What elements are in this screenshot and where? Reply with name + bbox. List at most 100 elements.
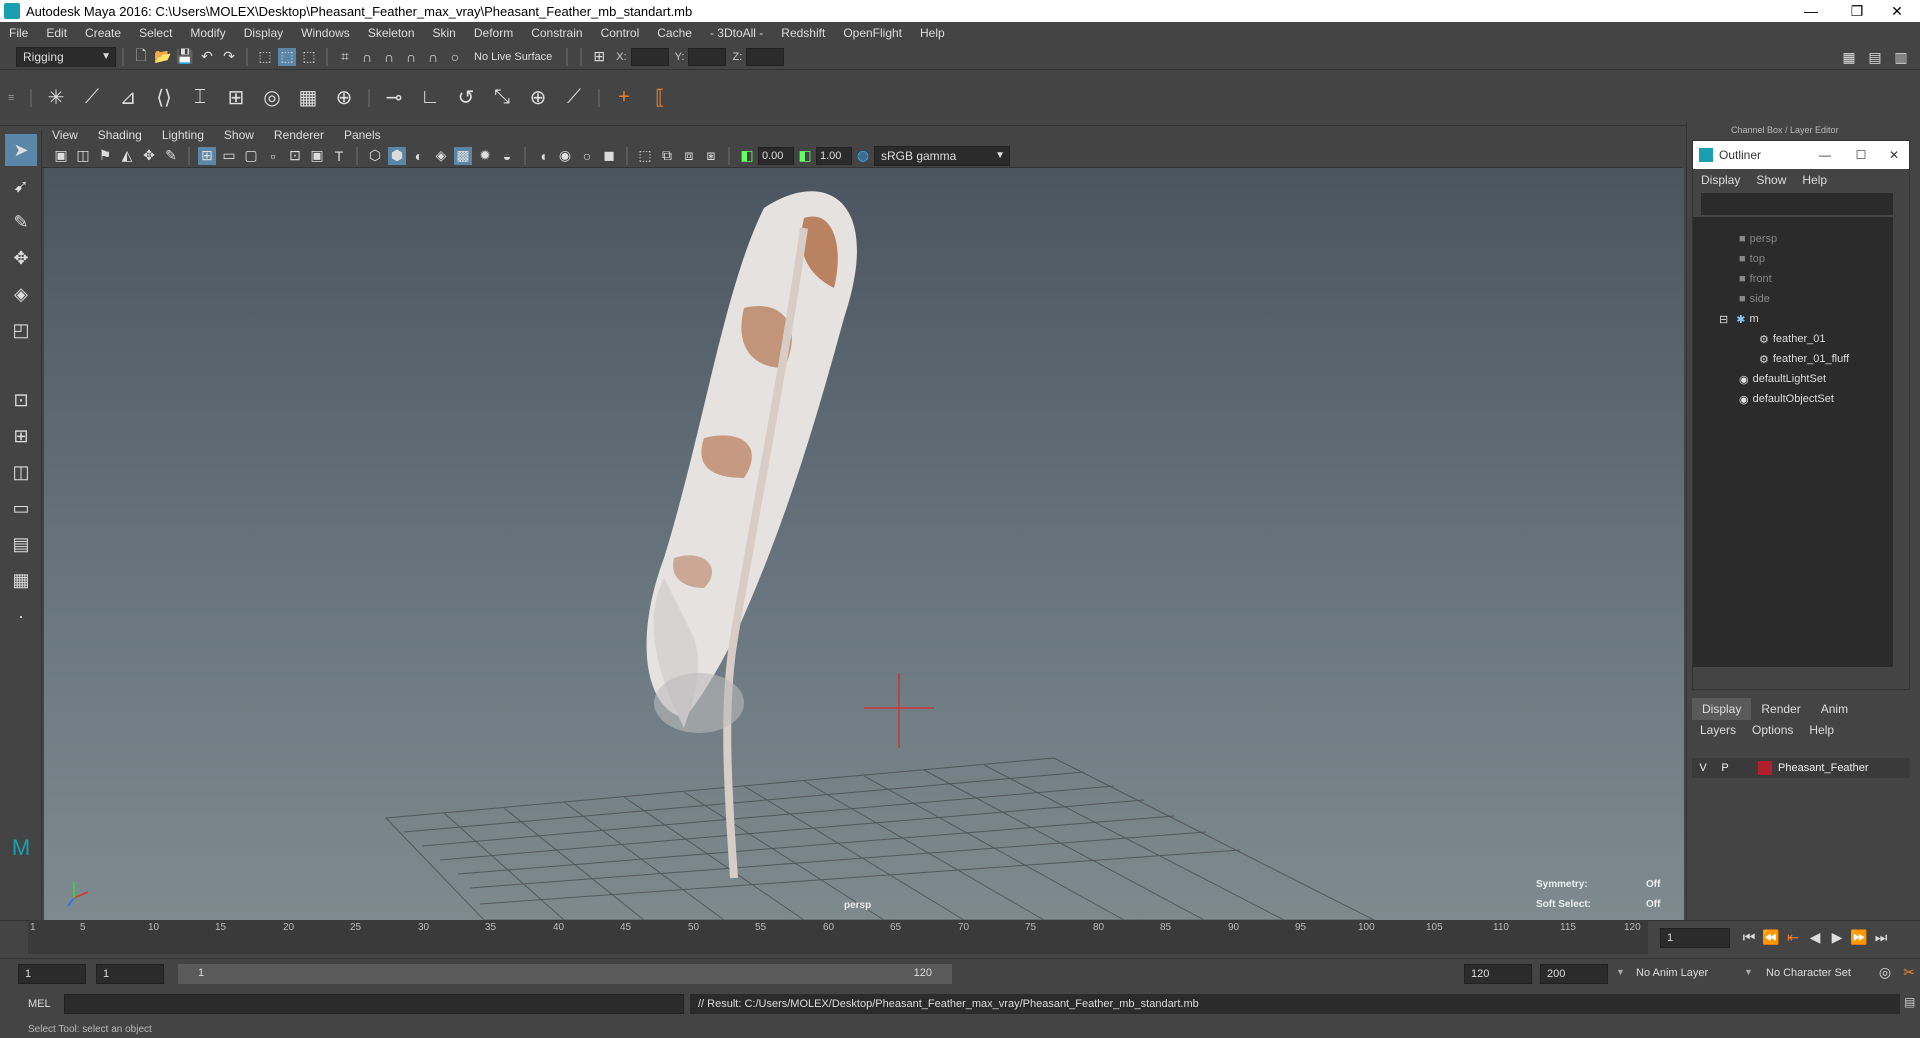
joint-tool-icon[interactable]: ✳ — [41, 83, 71, 113]
menu-display[interactable]: Display — [235, 26, 292, 40]
select-hierarchy-icon[interactable]: ⬚ — [256, 48, 274, 66]
xray-icon[interactable]: ⧉ — [658, 147, 676, 165]
undo-icon[interactable]: ↶ — [198, 48, 216, 66]
color-space-dropdown[interactable]: sRGB gamma ▼ — [874, 145, 1010, 166]
lasso-tool-icon[interactable]: ➹ — [5, 170, 37, 202]
outliner-item[interactable]: ⚙ feather_01 — [1693, 329, 1893, 349]
bookmark-icon[interactable]: ⚑ — [96, 147, 114, 165]
snap-point-icon[interactable]: ∩ — [380, 48, 398, 66]
menu-constrain[interactable]: Constrain — [522, 26, 591, 40]
snap-curve-icon[interactable]: ∩ — [358, 48, 376, 66]
two-pane-layout-icon[interactable]: ◫ — [5, 456, 37, 488]
channelbox-toggle-icon[interactable]: ▥ — [1892, 48, 1910, 66]
panel-menu-renderer[interactable]: Renderer — [264, 128, 334, 142]
single-pane-layout-icon[interactable]: ⊡ — [5, 384, 37, 416]
ik-spline-icon[interactable]: ⊿ — [113, 83, 143, 113]
menu-3dtoall[interactable]: - 3DtoAll - — [701, 26, 772, 40]
outliner-menu-show[interactable]: Show — [1748, 173, 1794, 187]
skin-bind-icon[interactable]: ⟨⟩ — [149, 83, 179, 113]
panel-layout-icon[interactable]: ▤ — [1866, 48, 1884, 66]
layer-row[interactable]: V P Pheasant_Feather — [1692, 758, 1910, 778]
outliner-menu-help[interactable]: Help — [1794, 173, 1835, 187]
anim-preferences-icon[interactable]: ✂ — [1900, 963, 1918, 981]
play-backwards-icon[interactable]: ◀ — [1806, 928, 1824, 946]
layer-menu-help[interactable]: Help — [1801, 723, 1842, 737]
shelf-menu-icon[interactable]: ≡ — [8, 92, 24, 104]
menuset-dropdown[interactable]: Rigging ▼ — [16, 46, 116, 67]
menu-help[interactable]: Help — [911, 26, 954, 40]
maximize-icon[interactable]: ☐ — [1843, 148, 1879, 162]
isolate-select-icon[interactable]: ⬚ — [636, 147, 654, 165]
minimize-button[interactable]: — — [1788, 0, 1834, 22]
select-object-icon[interactable]: ⬚ — [278, 47, 296, 66]
outliner-item[interactable]: ◉ defaultLightSet — [1693, 369, 1893, 389]
field-chart-icon[interactable]: ⊡ — [286, 147, 304, 165]
z-field[interactable] — [746, 47, 785, 66]
outliner-filter-field[interactable] — [1701, 193, 1893, 215]
graph-layout-icon[interactable]: ▤ — [5, 528, 37, 560]
chevron-down-icon[interactable]: ▼ — [1616, 967, 1625, 977]
step-back-frame-icon[interactable]: ⇤ — [1784, 928, 1802, 946]
menu-redshift[interactable]: Redshift — [772, 26, 834, 40]
default-material-icon[interactable]: ◐ — [410, 147, 428, 165]
resolution-gate-icon[interactable]: ▢ — [242, 147, 260, 165]
lattice-icon[interactable]: ⊞ — [221, 83, 251, 113]
outliner-item[interactable]: ⊟ ✱ m — [1693, 309, 1893, 329]
menu-skeleton[interactable]: Skeleton — [359, 26, 424, 40]
playback-start-field[interactable]: 1 — [96, 964, 164, 984]
gamma-field[interactable]: 1.00 — [816, 146, 852, 165]
image-plane-icon[interactable]: ◭ — [118, 147, 136, 165]
tab-anim[interactable]: Anim — [1811, 698, 1858, 720]
tab-display[interactable]: Display — [1692, 698, 1752, 720]
textured-icon[interactable]: ▩ — [454, 146, 472, 165]
menu-skin[interactable]: Skin — [424, 26, 465, 40]
outliner-item[interactable]: ◉ defaultObjectSet — [1693, 389, 1893, 409]
sculpt-icon[interactable]: ⊕ — [329, 83, 359, 113]
end-time-field[interactable]: 200 — [1540, 964, 1608, 984]
cluster-icon[interactable]: ⌶ — [185, 83, 215, 113]
pole-vector-icon[interactable]: ⟋ — [559, 83, 589, 113]
wireframe-icon[interactable]: ⬡ — [366, 147, 384, 165]
lights-icon[interactable]: ✹ — [476, 147, 494, 165]
grease-pencil-icon[interactable]: ✎ — [162, 147, 180, 165]
panel-menu-lighting[interactable]: Lighting — [152, 128, 214, 142]
paint-select-icon[interactable]: ✎ — [5, 206, 37, 238]
two-d-pan-icon[interactable]: ✥ — [140, 147, 158, 165]
x-field[interactable] — [630, 47, 669, 66]
scale-constraint-icon[interactable]: ⤡ — [487, 83, 517, 113]
layer-menu-layers[interactable]: Layers — [1692, 723, 1744, 737]
tab-render[interactable]: Render — [1751, 698, 1810, 720]
wireframe-on-shaded-icon[interactable]: ◈ — [432, 147, 450, 165]
ik-handle-icon[interactable]: ⟋ — [77, 83, 107, 113]
open-scene-icon[interactable]: 📂 — [154, 48, 172, 66]
menu-openflight[interactable]: OpenFlight — [834, 26, 911, 40]
anim-layer-dropdown[interactable]: No Anim Layer — [1636, 967, 1708, 979]
point-constraint-icon[interactable]: ⊸ — [379, 83, 409, 113]
save-scene-icon[interactable]: 💾 — [176, 48, 194, 66]
close-button[interactable]: ✕ — [1874, 0, 1920, 22]
transform-input-icon[interactable]: ⊞ — [590, 48, 608, 66]
viewport-persp[interactable]: persp Symmetry: Off Soft Select: Off — [44, 168, 1684, 920]
gate-mask-icon[interactable]: ▫ — [264, 147, 282, 165]
exposure-field[interactable]: 0.00 — [758, 146, 794, 165]
step-back-key-icon[interactable]: ⏪ — [1762, 928, 1780, 946]
snap-view-icon[interactable]: ∩ — [402, 48, 420, 66]
layer-color-swatch[interactable] — [1758, 761, 1772, 775]
move-tool-icon[interactable]: ✥ — [5, 242, 37, 274]
menu-cache[interactable]: Cache — [648, 26, 701, 40]
menu-edit[interactable]: Edit — [37, 26, 76, 40]
locator-icon[interactable]: + — [609, 83, 639, 113]
go-to-end-icon[interactable]: ⏭ — [1872, 928, 1890, 946]
depth-of-field-icon[interactable]: ◼ — [600, 147, 618, 165]
outliner-item[interactable]: ■ front — [1693, 269, 1893, 289]
menu-control[interactable]: Control — [592, 26, 649, 40]
camera-icon[interactable]: ▣ — [52, 147, 70, 165]
script-editor-icon[interactable]: ▤ — [1904, 995, 1915, 1009]
hik-icon[interactable]: ⟦ — [645, 83, 675, 113]
layout-icon[interactable]: ▦ — [1840, 48, 1858, 66]
aim-constraint-icon[interactable]: ∟ — [415, 83, 445, 113]
panel-menu-show[interactable]: Show — [214, 128, 264, 142]
select-component-icon[interactable]: ⬚ — [300, 48, 318, 66]
close-icon[interactable]: ✕ — [1879, 148, 1909, 162]
outliner-item[interactable]: ■ side — [1693, 289, 1893, 309]
